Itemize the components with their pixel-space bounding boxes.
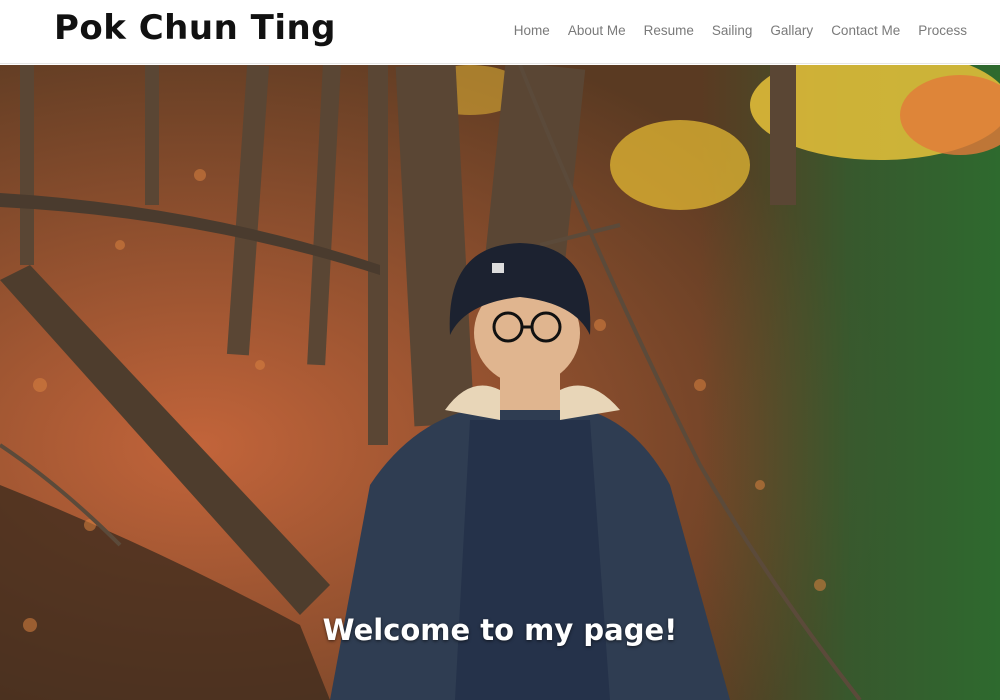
nav-item-gallary: Gallary (770, 22, 813, 40)
nav-link-gallary[interactable]: Gallary (770, 23, 813, 38)
welcome-heading: Welcome to my page! (322, 613, 678, 647)
nav-item-process: Process (918, 22, 967, 40)
nav-link-about-me[interactable]: About Me (568, 23, 626, 38)
nav-link-resume[interactable]: Resume (644, 23, 694, 38)
nav-item-home: Home (514, 22, 550, 40)
nav-link-sailing[interactable]: Sailing (712, 23, 753, 38)
site-header: Pok Chun Ting Home About Me Resume Saili… (0, 0, 1000, 64)
shirt (455, 420, 610, 700)
nav-item-resume: Resume (644, 22, 694, 40)
hero-section: Welcome to my page! (0, 65, 1000, 700)
nav-item-sailing: Sailing (712, 22, 753, 40)
yellow-foliage-mid (610, 120, 750, 210)
hero-photo (0, 65, 1000, 700)
nav-link-contact-me[interactable]: Contact Me (831, 23, 900, 38)
hat-logo (492, 263, 504, 273)
nav-link-process[interactable]: Process (918, 23, 967, 38)
nav-link-home[interactable]: Home (514, 23, 550, 38)
nav-item-about-me: About Me (568, 22, 626, 40)
nav-list: Home About Me Resume Sailing Gallary Con… (514, 22, 967, 40)
site-title[interactable]: Pok Chun Ting (54, 6, 336, 50)
nav-item-contact-me: Contact Me (831, 22, 900, 40)
